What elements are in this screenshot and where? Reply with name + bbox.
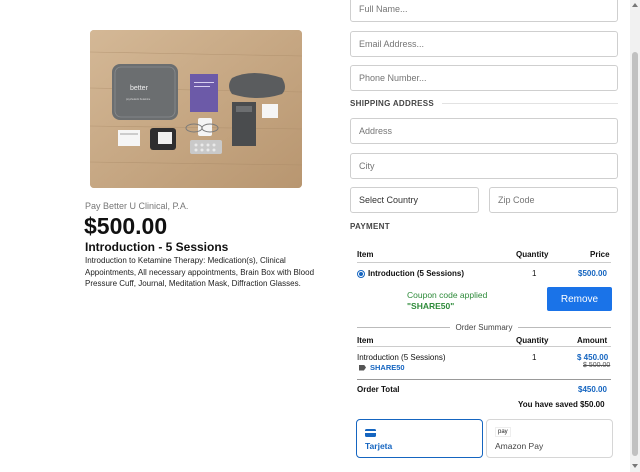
zip-code-input[interactable] (489, 187, 618, 213)
divider (442, 103, 618, 104)
summary-line-item-amount: $ 450.00 (577, 353, 609, 362)
address-input[interactable] (350, 118, 618, 144)
remove-coupon-button[interactable]: Remove (547, 287, 612, 311)
coupon-applied-message: Coupon code applied "SHARE50" (407, 290, 487, 312)
original-amount: $ 500.00 (583, 362, 611, 369)
summary-line-item-name: Introduction (5 Sessions) (357, 353, 446, 362)
divider (518, 327, 611, 328)
email-input[interactable] (350, 31, 618, 57)
payment-quantity-header: Quantity (516, 250, 549, 259)
divider (357, 379, 611, 380)
product-title: Introduction - 5 Sessions (85, 240, 229, 254)
product-price: $500.00 (84, 213, 168, 239)
payment-method-amazon-pay[interactable]: pay Amazon Pay (486, 419, 613, 458)
scroll-down-arrow-icon[interactable] (632, 464, 638, 468)
payment-item-header: Item (357, 250, 374, 259)
payment-price-header: Price (590, 250, 610, 259)
merchant-name: Pay Better U Clinical, P.A. (85, 201, 189, 211)
summary-quantity-header: Quantity (516, 336, 549, 345)
saved-amount-text: You have saved $50.00 (518, 400, 605, 409)
divider (357, 346, 611, 347)
scrollbar-thumb[interactable] (632, 52, 638, 456)
summary-coupon-tag: SHARE50 (359, 363, 405, 372)
divider (357, 327, 450, 328)
payment-heading: PAYMENT (350, 222, 618, 231)
product-image: better psychedelic Ketamine (90, 30, 302, 188)
coupon-code-text: "SHARE50" (407, 301, 455, 311)
payment-line-item-price: $500.00 (578, 269, 607, 278)
coupon-applied-text: Coupon code applied (407, 290, 488, 300)
amazon-pay-icon: pay (495, 427, 511, 437)
country-select[interactable]: Select Country (350, 187, 479, 213)
summary-line-item-quantity: 1 (532, 353, 537, 362)
summary-coupon-code: SHARE50 (370, 363, 405, 372)
payment-line-item-quantity: 1 (532, 269, 537, 278)
payment-method-amazon-pay-label: Amazon Pay (495, 441, 544, 451)
order-summary-title: Order Summary (455, 323, 513, 332)
divider (357, 262, 611, 263)
product-description: Introduction to Ketamine Therapy: Medica… (85, 256, 315, 288)
summary-amount-header: Amount (577, 336, 608, 345)
order-summary-divider: Order Summary (357, 323, 611, 332)
shipping-address-heading: SHIPPING ADDRESS (350, 99, 618, 108)
payment-label: PAYMENT (350, 222, 390, 231)
payment-method-tarjeta-label: Tarjeta (365, 441, 393, 451)
phone-input[interactable] (350, 65, 618, 91)
scroll-up-arrow-icon[interactable] (632, 3, 638, 7)
country-select-value: Select Country (359, 195, 419, 205)
line-item-radio[interactable] (357, 270, 365, 278)
shipping-address-label: SHIPPING ADDRESS (350, 99, 435, 108)
order-total-label: Order Total (357, 385, 400, 394)
tag-icon (359, 364, 366, 371)
case-logo-text: better (130, 85, 149, 92)
payment-method-tarjeta[interactable]: Tarjeta (356, 419, 483, 458)
order-total-value: $450.00 (578, 385, 607, 394)
summary-item-header: Item (357, 336, 374, 345)
full-name-input[interactable] (350, 0, 618, 22)
case-subtext: psychedelic Ketamine (126, 98, 151, 101)
payment-line-item-name: Introduction (5 Sessions) (368, 269, 465, 278)
city-input[interactable] (350, 153, 618, 179)
product-kit-illustration: better psychedelic Ketamine (90, 30, 302, 188)
credit-card-icon (365, 429, 376, 437)
